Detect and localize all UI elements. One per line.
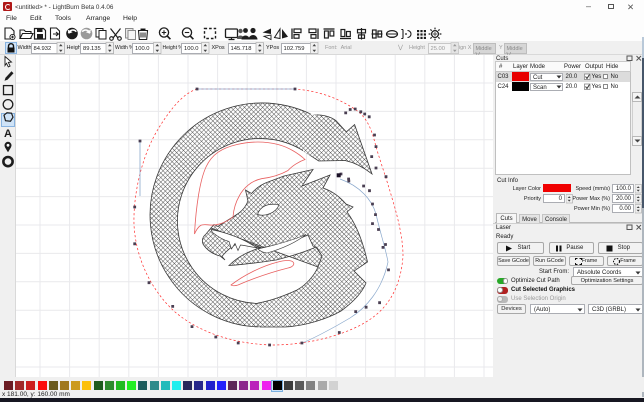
svg-text:A: A (4, 128, 12, 140)
